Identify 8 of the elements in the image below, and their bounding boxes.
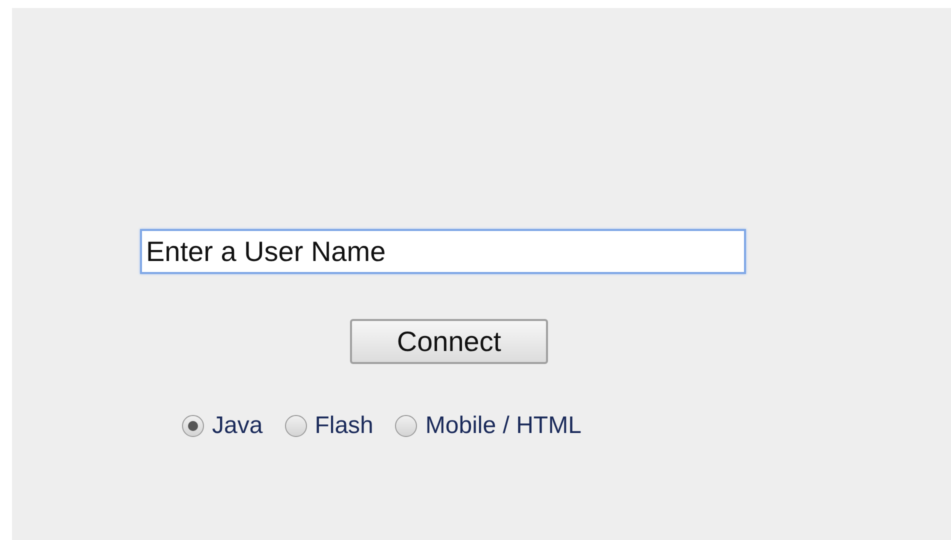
connect-button[interactable]: Connect bbox=[350, 319, 548, 364]
radio-label[interactable]: Flash bbox=[314, 412, 374, 440]
radio-label[interactable]: Java bbox=[212, 412, 263, 440]
radio-label[interactable]: Mobile / HTML bbox=[425, 412, 582, 440]
radio-button[interactable] bbox=[182, 415, 204, 437]
radio-button[interactable] bbox=[284, 415, 307, 437]
radio-button[interactable] bbox=[395, 415, 418, 437]
username-field[interactable]: Enter a User Name bbox=[140, 229, 746, 274]
